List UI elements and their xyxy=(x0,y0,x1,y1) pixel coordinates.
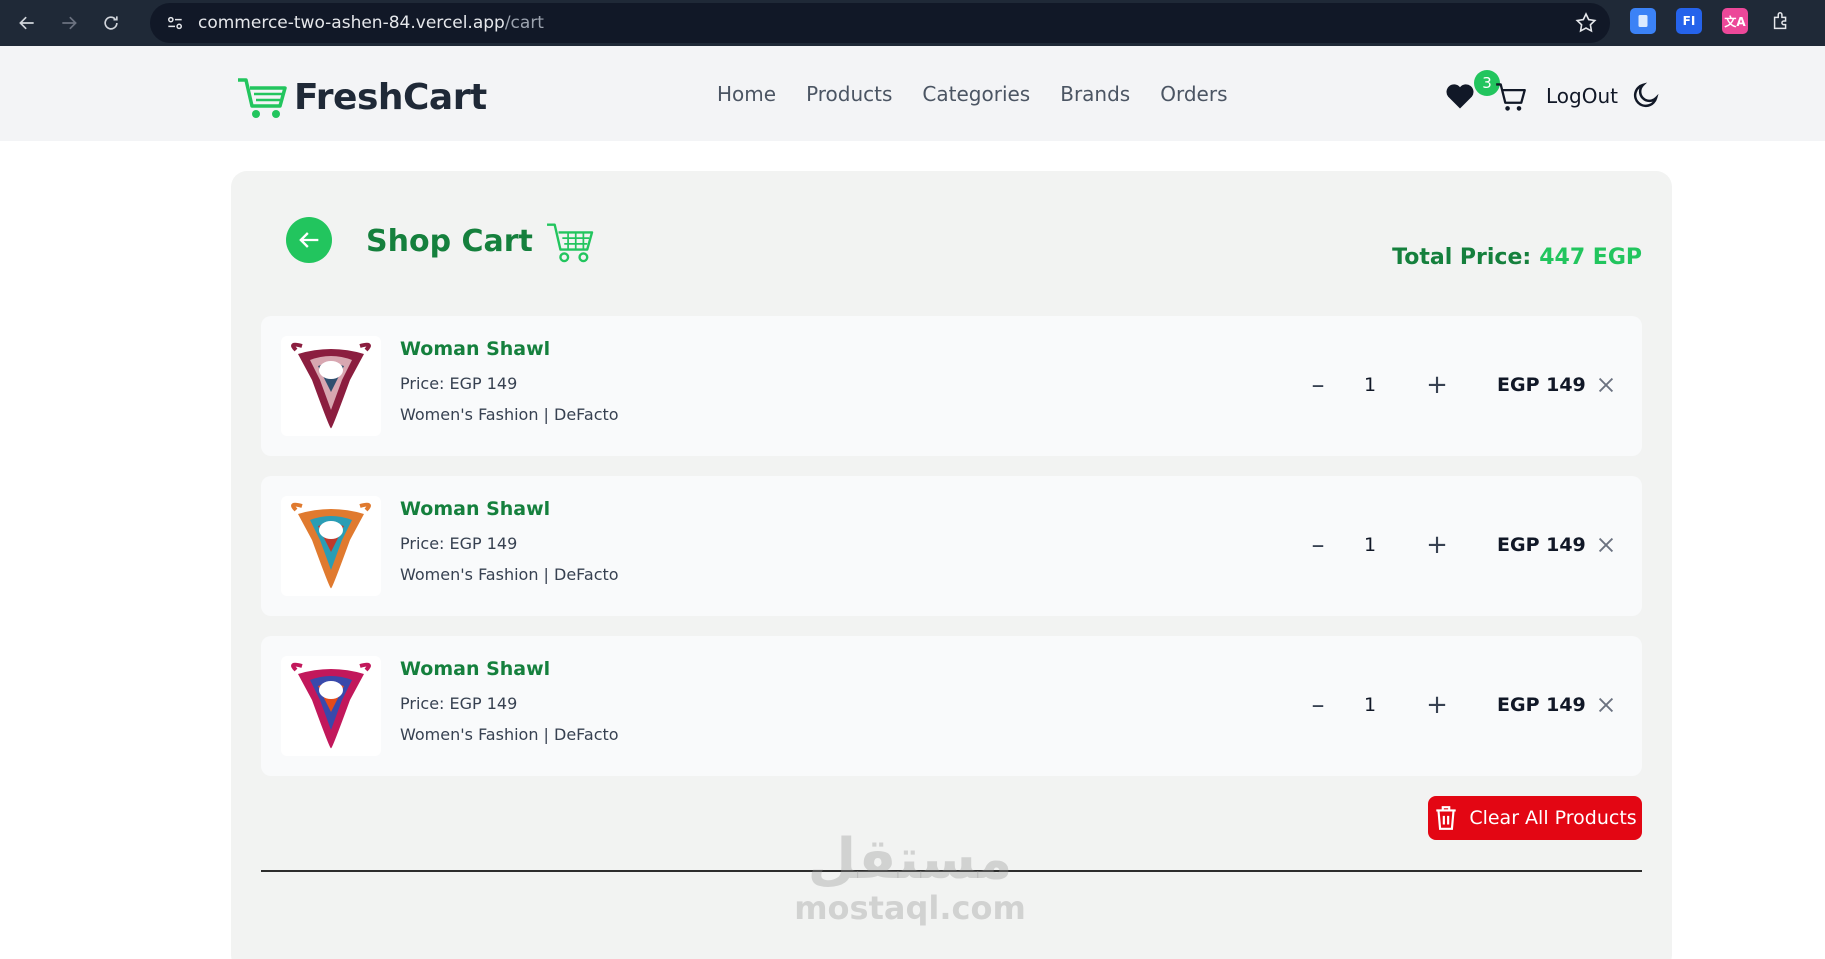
product-price: Price: EGP 149 xyxy=(400,534,518,553)
product-category-brand: Women's Fashion | DeFacto xyxy=(400,565,619,584)
nav-orders[interactable]: Orders xyxy=(1160,82,1227,106)
nav-home[interactable]: Home xyxy=(717,82,776,106)
increase-quantity-button[interactable]: + xyxy=(1420,688,1454,722)
product-image[interactable] xyxy=(281,656,381,756)
product-category-brand: Women's Fashion | DeFacto xyxy=(400,405,619,424)
nav-products[interactable]: Products xyxy=(806,82,892,106)
site-navbar: FreshCart Home Products Categories Brand… xyxy=(0,46,1825,141)
address-bar[interactable]: commerce-two-ashen-84.vercel.app/cart xyxy=(150,3,1610,43)
product-name[interactable]: Woman Shawl xyxy=(400,498,619,520)
cart-item: Woman Shawl Price: EGP 149 Women's Fashi… xyxy=(261,476,1642,616)
shawl-image xyxy=(291,502,371,589)
puzzle-extension-icon[interactable] xyxy=(1768,8,1794,34)
quantity-value: 1 xyxy=(1363,534,1377,556)
product-price: Price: EGP 149 xyxy=(400,694,518,713)
fi-extension-icon[interactable]: FI xyxy=(1676,8,1702,34)
back-button[interactable] xyxy=(286,217,332,263)
product-image[interactable] xyxy=(281,496,381,596)
site-settings-icon[interactable] xyxy=(160,8,190,38)
left-arrow-icon xyxy=(299,232,319,248)
decrease-quantity-button[interactable]: – xyxy=(1301,688,1335,722)
bookmark-star-icon[interactable] xyxy=(1574,11,1598,35)
product-name[interactable]: Woman Shawl xyxy=(400,658,619,680)
clear-all-button[interactable]: Clear All Products xyxy=(1428,796,1642,840)
cart-items-list: Woman Shawl Price: EGP 149 Women's Fashi… xyxy=(261,316,1642,796)
product-category-brand: Women's Fashion | DeFacto xyxy=(400,725,619,744)
docs-extension-icon[interactable] xyxy=(1630,8,1656,34)
decrease-quantity-button[interactable]: – xyxy=(1301,528,1335,562)
shopping-cart-icon xyxy=(546,223,594,263)
brand-logo[interactable]: FreshCart xyxy=(236,74,487,120)
product-name[interactable]: Woman Shawl xyxy=(400,338,619,360)
wishlist-heart-icon[interactable] xyxy=(1445,82,1475,110)
increase-quantity-button[interactable]: + xyxy=(1420,368,1454,402)
trash-icon xyxy=(1436,806,1457,830)
forward-arrow-icon[interactable] xyxy=(54,8,84,38)
line-total-price: EGP 149 xyxy=(1497,694,1586,716)
logout-link[interactable]: LogOut xyxy=(1546,84,1618,108)
cart-logo-icon xyxy=(238,78,287,118)
shawl-image xyxy=(291,342,371,429)
cart-item: Woman Shawl Price: EGP 149 Women's Fashi… xyxy=(261,316,1642,456)
nav-categories[interactable]: Categories xyxy=(922,82,1030,106)
browser-toolbar: commerce-two-ashen-84.vercel.app/cart FI… xyxy=(0,0,1825,46)
product-info: Woman Shawl Price: EGP 149 Women's Fashi… xyxy=(400,498,619,584)
dark-mode-moon-icon[interactable] xyxy=(1631,80,1661,110)
product-info: Woman Shawl Price: EGP 149 Women's Fashi… xyxy=(400,338,619,424)
product-image[interactable] xyxy=(281,336,381,436)
product-info: Woman Shawl Price: EGP 149 Women's Fashi… xyxy=(400,658,619,744)
cart-item: Woman Shawl Price: EGP 149 Women's Fashi… xyxy=(261,636,1642,776)
product-price: Price: EGP 149 xyxy=(400,374,518,393)
total-price-value: 447 EGP xyxy=(1539,245,1642,270)
url-text: commerce-two-ashen-84.vercel.app/cart xyxy=(198,13,544,33)
main-nav: Home Products Categories Brands Orders xyxy=(717,82,1228,106)
quantity-value: 1 xyxy=(1363,694,1377,716)
total-price: Total Price: 447 EGP xyxy=(1392,245,1642,270)
translate-extension-icon[interactable]: 文A xyxy=(1722,8,1748,34)
increase-quantity-button[interactable]: + xyxy=(1420,528,1454,562)
back-arrow-icon[interactable] xyxy=(12,8,42,38)
decrease-quantity-button[interactable]: – xyxy=(1301,368,1335,402)
remove-item-close-icon[interactable] xyxy=(1595,694,1617,716)
nav-actions: 3 LogOut xyxy=(1445,70,1665,116)
page-title: Shop Cart xyxy=(366,219,597,263)
remove-item-close-icon[interactable] xyxy=(1595,534,1617,556)
reload-icon[interactable] xyxy=(96,8,126,38)
remove-item-close-icon[interactable] xyxy=(1595,374,1617,396)
nav-brands[interactable]: Brands xyxy=(1060,82,1130,106)
line-total-price: EGP 149 xyxy=(1497,534,1586,556)
quantity-value: 1 xyxy=(1363,374,1377,396)
brand-name: FreshCart xyxy=(294,76,487,118)
watermark: مستقل mostaql.com xyxy=(794,827,1026,927)
cart-icon[interactable] xyxy=(1495,82,1527,112)
line-total-price: EGP 149 xyxy=(1497,374,1586,396)
shawl-image xyxy=(291,662,371,749)
